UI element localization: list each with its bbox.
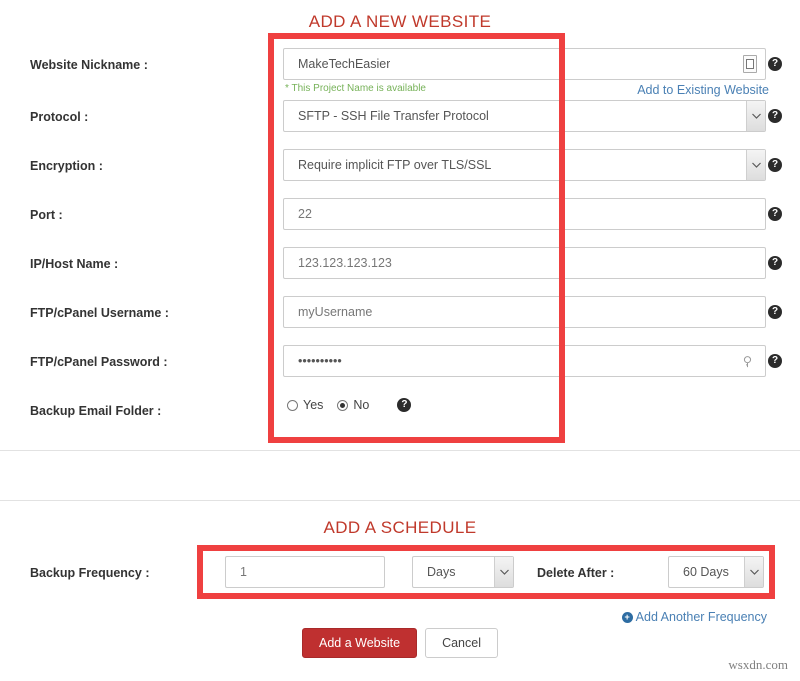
port-input[interactable]: 22	[283, 198, 766, 230]
encryption-select[interactable]: Require implicit FTP over TLS/SSL	[283, 149, 766, 181]
add-another-frequency-label: Add Another Frequency	[636, 610, 767, 624]
section-divider-bottom	[0, 500, 800, 501]
section-title-add-new-website: ADD A NEW WEBSITE	[0, 12, 800, 32]
project-name-availability-text: * This Project Name is available	[285, 83, 426, 94]
password-key-icon[interactable]	[740, 354, 755, 369]
chevron-down-icon	[746, 101, 765, 131]
label-ip-host-name: IP/Host Name :	[30, 257, 118, 271]
delete-after-value: 60 Days	[669, 565, 744, 579]
nickname-list-icon[interactable]	[743, 55, 757, 73]
nickname-helper-line: * This Project Name is available Add to …	[0, 83, 800, 99]
form-row-ftp-password: FTP/cPanel Password : •••••••••• ?	[0, 345, 800, 379]
label-backup-email-folder: Backup Email Folder :	[30, 404, 161, 418]
help-icon-port[interactable]: ?	[768, 207, 782, 221]
help-icon-ftp-username[interactable]: ?	[768, 305, 782, 319]
website-nickname-value: MakeTechEasier	[284, 57, 390, 71]
protocol-select[interactable]: SFTP - SSH File Transfer Protocol	[283, 100, 766, 132]
label-delete-after: Delete After :	[537, 566, 614, 580]
form-action-bar: Add a Website Cancel	[0, 628, 800, 658]
label-ftp-password: FTP/cPanel Password :	[30, 355, 168, 369]
ip-host-name-input[interactable]: 123.123.123.123	[283, 247, 766, 279]
radio-no-icon[interactable]	[337, 400, 348, 411]
form-row-ip-host-name: IP/Host Name : 123.123.123.123 ?	[0, 247, 800, 281]
form-row-backup-frequency: Backup Frequency : 1 Days Delete After :…	[0, 556, 800, 590]
cancel-button[interactable]: Cancel	[425, 628, 498, 658]
watermark-text: wsxdn.com	[728, 657, 788, 673]
backup-frequency-value: 1	[226, 565, 247, 579]
add-website-button[interactable]: Add a Website	[302, 628, 417, 658]
ftp-password-input[interactable]: ••••••••••	[283, 345, 766, 377]
protocol-selected-value: SFTP - SSH File Transfer Protocol	[284, 109, 746, 123]
label-encryption: Encryption :	[30, 159, 103, 173]
label-protocol: Protocol :	[30, 110, 88, 124]
backup-frequency-unit-value: Days	[413, 565, 494, 579]
chevron-down-icon	[744, 557, 763, 587]
label-website-nickname: Website Nickname :	[30, 58, 148, 72]
add-to-existing-website-link[interactable]: Add to Existing Website	[637, 83, 769, 97]
radio-option-no[interactable]: No	[337, 398, 375, 412]
chevron-down-icon	[494, 557, 513, 587]
label-backup-frequency: Backup Frequency :	[30, 566, 149, 580]
ip-host-name-value: 123.123.123.123	[284, 256, 392, 270]
label-ftp-username: FTP/cPanel Username :	[30, 306, 169, 320]
backup-frequency-unit-select[interactable]: Days	[412, 556, 514, 588]
radio-option-yes[interactable]: Yes	[287, 398, 329, 412]
chevron-down-icon	[746, 150, 765, 180]
form-row-port: Port : 22 ?	[0, 198, 800, 232]
help-icon-encryption[interactable]: ?	[768, 158, 782, 172]
section-divider-top	[0, 450, 800, 451]
radio-no-label: No	[353, 398, 369, 412]
help-icon-website-nickname[interactable]: ?	[768, 57, 782, 71]
radio-yes-icon[interactable]	[287, 400, 298, 411]
plus-circle-icon: +	[622, 612, 633, 623]
form-row-website-nickname: Website Nickname : MakeTechEasier ?	[0, 48, 800, 82]
help-icon-ftp-password[interactable]: ?	[768, 354, 782, 368]
encryption-selected-value: Require implicit FTP over TLS/SSL	[284, 158, 746, 172]
form-row-encryption: Encryption : Require implicit FTP over T…	[0, 149, 800, 183]
form-row-protocol: Protocol : SFTP - SSH File Transfer Prot…	[0, 100, 800, 134]
add-website-form-page: ADD A NEW WEBSITE Website Nickname : Mak…	[0, 0, 800, 681]
port-value: 22	[284, 207, 312, 221]
website-nickname-input[interactable]: MakeTechEasier	[283, 48, 766, 80]
form-row-ftp-username: FTP/cPanel Username : myUsername ?	[0, 296, 800, 330]
ftp-username-value: myUsername	[284, 305, 372, 319]
ftp-username-input[interactable]: myUsername	[283, 296, 766, 328]
ftp-password-value: ••••••••••	[284, 354, 342, 368]
help-icon-protocol[interactable]: ?	[768, 109, 782, 123]
delete-after-select[interactable]: 60 Days	[668, 556, 764, 588]
label-port: Port :	[30, 208, 63, 222]
form-row-backup-email-folder: Backup Email Folder : Yes No ?	[0, 394, 800, 428]
section-title-add-a-schedule: ADD A SCHEDULE	[0, 518, 800, 538]
add-another-frequency-link[interactable]: + Add Another Frequency	[622, 610, 767, 624]
radio-yes-label: Yes	[303, 398, 323, 412]
help-icon-backup-email-folder[interactable]: ?	[397, 398, 411, 412]
help-icon-ip-host-name[interactable]: ?	[768, 256, 782, 270]
backup-email-folder-radio-group: Yes No ?	[287, 398, 411, 412]
backup-frequency-input[interactable]: 1	[225, 556, 385, 588]
